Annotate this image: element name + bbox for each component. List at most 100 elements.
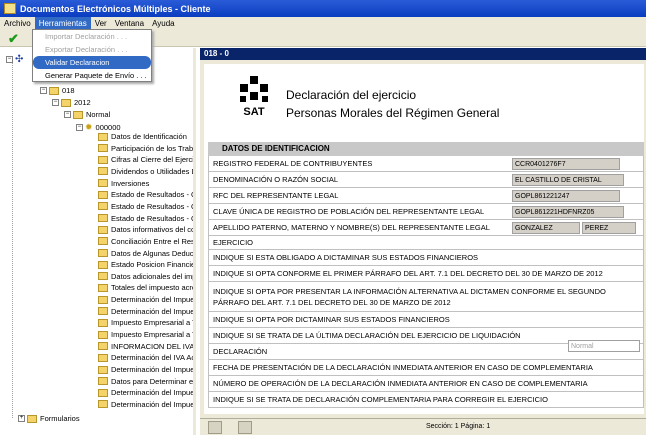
tree-item[interactable]: Estado Posicion Financie	[98, 260, 196, 270]
herramientas-dropdown: Importar Declaración . . . Exportar Decl…	[32, 29, 152, 82]
tree-item[interactable]: Impuesto Empresarial a T	[98, 318, 193, 327]
apellido-paterno-field[interactable]: GONZALEZ	[512, 222, 580, 234]
form-row-label: INDIQUE SI SE TRATA DE DECLARACIÓN COMPL…	[213, 395, 548, 404]
folder-icon	[98, 225, 108, 234]
folder-icon	[98, 365, 108, 374]
folder-icon	[98, 155, 108, 164]
tree-item-label: Determinación del Impue	[111, 295, 195, 305]
folder-icon	[98, 190, 108, 199]
tree-item-label: Dividendos o Utilidades D	[111, 166, 196, 176]
form-row: INDIQUE SI ESTA OBLIGADO A DICTAMINAR SU…	[208, 250, 644, 266]
tree-item[interactable]: Estado de Resultados - G	[98, 214, 193, 223]
tree-node-formularios[interactable]: + Formularios	[18, 414, 80, 423]
declaracion-select[interactable]: Normal	[568, 340, 640, 352]
gear-icon: ✹	[85, 122, 93, 132]
tree-label: 2012	[74, 98, 91, 107]
tree-item[interactable]: INFORMACION DEL IVA	[98, 342, 193, 351]
tree-item-label: Datos para Determinar el I	[111, 376, 196, 386]
tree-item[interactable]: Determinación del Impue	[98, 388, 195, 398]
sat-logo: SAT	[240, 76, 268, 118]
tree-item-label: Datos de Identificación	[111, 132, 187, 141]
tree-item[interactable]: Estado de Resultados - G	[98, 202, 193, 211]
app-title: Documentos Electrónicos Múltiples - Clie…	[20, 3, 211, 14]
folder-icon	[49, 86, 59, 95]
folder-icon	[98, 202, 108, 211]
folder-icon	[98, 249, 108, 257]
save-icon[interactable]	[238, 421, 252, 434]
document-pane: 018 - 0 SAT Declaración del ejercicio Pe…	[200, 48, 646, 435]
print-icon[interactable]	[208, 421, 222, 434]
tree-node-018[interactable]: − 018	[40, 86, 75, 95]
folder-icon	[98, 214, 108, 223]
tree-item[interactable]: Inversiones	[98, 179, 149, 188]
menu-archivo[interactable]: Archivo	[0, 17, 35, 30]
tree-label: Formularios	[40, 414, 80, 423]
form-row-label: DECLARACIÓN	[213, 347, 268, 356]
form-row-label: INDIQUE SI OPTA CONFORME EL PRIMER PÁRRA…	[213, 269, 603, 278]
tree-item[interactable]: Dividendos o Utilidades D	[98, 166, 196, 176]
tree-line	[12, 58, 13, 418]
form-row: INDIQUE SI OPTA POR DICTAMINAR SUS ESTAD…	[208, 312, 644, 328]
tree-item[interactable]: Totales del impuesto acre	[98, 283, 193, 292]
tree-item[interactable]: Impuesto Empresarial a T	[98, 330, 193, 339]
tree-item[interactable]: Determinación del Impue	[98, 400, 193, 409]
tree-item[interactable]: Determinación del IVA Acr	[98, 353, 193, 362]
expand-icon[interactable]: +	[18, 415, 25, 422]
form-row-label: INDIQUE SI SE TRATA DE LA ÚLTIMA DECLARA…	[213, 331, 521, 340]
tree-item-label: Determinación del Impue	[111, 388, 195, 398]
folder-icon	[98, 260, 108, 269]
tree-item[interactable]: Determinación del Impue	[98, 306, 195, 316]
document-tab[interactable]: 018 - 0	[200, 48, 646, 60]
app-icon	[4, 3, 16, 14]
folder-icon	[98, 179, 108, 188]
tree-item-label: Determinación del Impue	[111, 365, 195, 374]
tree-root[interactable]: − ✣	[6, 54, 23, 65]
tree-item[interactable]: Estado de Resultados - G	[98, 190, 193, 199]
tree-item-label: Datos adicionales del imp	[111, 271, 196, 281]
tree-item[interactable]: Participación de los Trabaj	[98, 143, 196, 153]
collapse-icon[interactable]: −	[76, 124, 83, 131]
collapse-icon[interactable]: −	[64, 111, 71, 118]
tree-item-label: Determinación del Impue	[111, 306, 195, 316]
root-icon: ✣	[15, 54, 24, 65]
tree-item[interactable]: Datos para Determinar el I	[98, 376, 196, 386]
form-row-label: INDIQUE SI OPTA POR DICTAMINAR SUS ESTAD…	[213, 315, 450, 324]
razon-field[interactable]: EL CASTILLO DE CRISTAL	[512, 174, 624, 186]
tree-item-label: Estado Posicion Financie	[111, 260, 196, 270]
tree-item[interactable]: Determinación del Impue	[98, 295, 195, 305]
tree-item[interactable]: Determinación del Impue	[98, 365, 195, 374]
tree-node-year[interactable]: − 2012	[52, 98, 91, 107]
tree-item-label: Participación de los Trabaj	[111, 143, 196, 153]
tree-node-normal[interactable]: − Normal	[64, 110, 110, 119]
collapse-icon[interactable]: −	[6, 56, 13, 63]
rfc-rep-field[interactable]: GOPL861221247	[512, 190, 620, 202]
validate-check-icon[interactable]: ✔	[8, 32, 19, 45]
collapse-icon[interactable]: −	[40, 87, 47, 94]
menu-item-importar[interactable]: Importar Declaración . . .	[33, 30, 151, 43]
form-row-label: INDIQUE SI OPTA POR PRESENTAR LA INFORMA…	[213, 286, 606, 307]
tree-item[interactable]: Datos de Algunas Deduc	[98, 249, 193, 258]
form-row: EJERCICIO	[208, 236, 644, 250]
tree-item-label: Inversiones	[111, 178, 150, 188]
tree-item[interactable]: Conciliación Entre el Res	[98, 237, 193, 246]
curp-field[interactable]: GOPL861221HDFNRZ05	[512, 206, 624, 218]
form-row: INDIQUE SI OPTA CONFORME EL PRIMER PÁRRA…	[208, 266, 644, 282]
form-row: INDIQUE SI OPTA POR PRESENTAR LA INFORMA…	[208, 282, 644, 312]
tree-item[interactable]: Datos informativos del co	[98, 225, 193, 234]
collapse-icon[interactable]: −	[52, 99, 59, 106]
tree-item[interactable]: Cifras al Cierre del Ejercic	[98, 155, 193, 164]
status-text: Sección: 1 Página: 1	[426, 423, 491, 430]
menu-item-exportar[interactable]: Exportar Declaración . . .	[33, 43, 151, 56]
section-header: DATOS DE IDENTIFICACION	[208, 142, 644, 156]
menu-item-generar-paquete[interactable]: Generar Paquete de Envío . . .	[33, 69, 151, 82]
folder-icon	[98, 295, 108, 304]
form-row-label: DENOMINACIÓN O RAZÓN SOCIAL	[213, 175, 339, 184]
tree-item[interactable]: Datos de Identificación	[98, 132, 187, 141]
menu-item-validar[interactable]: Validar Declaracion	[33, 56, 151, 69]
folder-icon	[98, 400, 108, 409]
apellido-materno-field[interactable]: PEREZ	[582, 222, 636, 234]
tree-item[interactable]: Datos adicionales del imp	[98, 271, 196, 281]
menu-ayuda[interactable]: Ayuda	[148, 17, 179, 30]
rfc-field[interactable]: CCR0401276F7	[512, 158, 620, 170]
folder-icon	[98, 342, 108, 351]
